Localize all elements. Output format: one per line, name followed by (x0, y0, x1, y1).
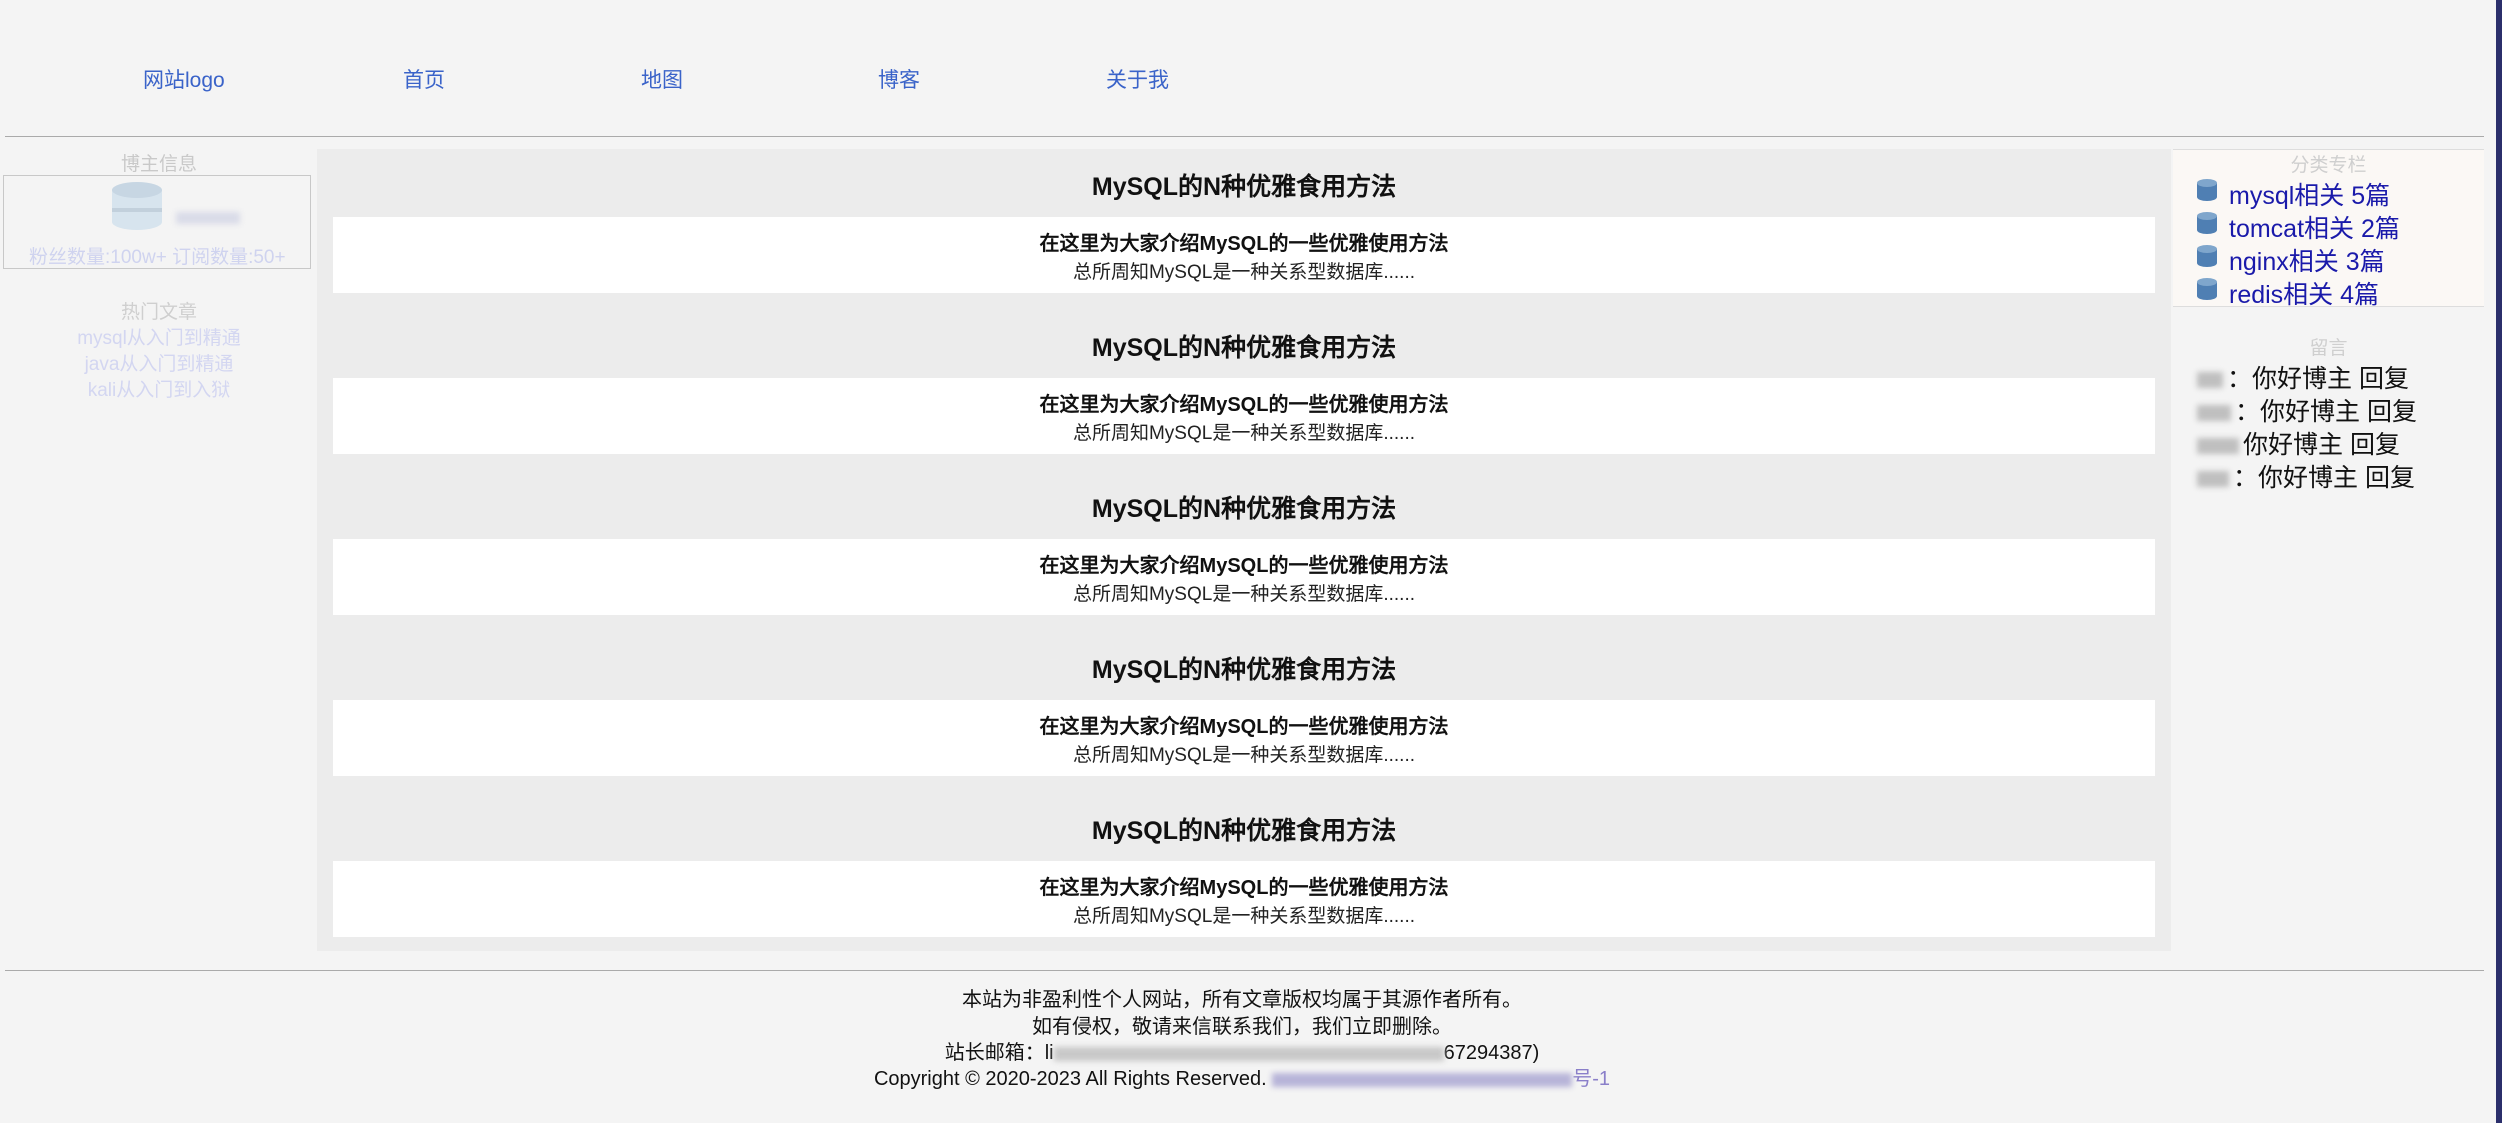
category-label: redis相关 4篇 (2229, 281, 2380, 309)
nav-item-about[interactable]: 关于我 (1106, 64, 1169, 94)
article-list: MySQL的N种优雅食用方法 在这里为大家介绍MySQL的一些优雅使用方法 总所… (317, 149, 2171, 951)
nav-item-map[interactable]: 地图 (641, 64, 683, 94)
article-description: 总所周知MySQL是一种关系型数据库...... (1072, 906, 1416, 927)
article-summary-box: 在这里为大家介绍MySQL的一些优雅使用方法 总所周知MySQL是一种关系型数据… (333, 539, 2155, 615)
reply-link[interactable]: 回复 (2350, 431, 2400, 459)
header-divider (5, 136, 2484, 137)
category-panel: 分类专栏 mysql相关 5篇 tomcat相关 2篇 nginx相关 3篇 r… (2173, 149, 2484, 309)
icp-record-suffix[interactable]: 号-1 (1572, 1068, 1610, 1090)
reply-link[interactable]: 回复 (2365, 464, 2415, 492)
nav-item-blog[interactable]: 博客 (878, 64, 920, 94)
message-text: 你好博主 (2243, 431, 2344, 459)
blogger-name-redacted (176, 212, 240, 224)
message-user-redacted (2197, 372, 2223, 389)
message-item: 你好博主 回复 (2197, 425, 2400, 459)
footer-contact-email: 站长邮箱：li 67294387) (0, 1036, 2484, 1065)
message-user-redacted (2197, 438, 2239, 455)
message-text: ：你好博主 (2235, 398, 2361, 426)
hot-article-link[interactable]: java从入门到精通 (3, 349, 315, 376)
article-card[interactable]: MySQL的N种优雅食用方法 在这里为大家介绍MySQL的一些优雅使用方法 总所… (333, 793, 2155, 954)
article-description: 总所周知MySQL是一种关系型数据库...... (1072, 423, 1416, 444)
article-summary-box: 在这里为大家介绍MySQL的一些优雅使用方法 总所周知MySQL是一种关系型数据… (333, 378, 2155, 454)
article-title[interactable]: MySQL的N种优雅食用方法 (333, 650, 2155, 686)
article-summary-box: 在这里为大家介绍MySQL的一些优雅使用方法 总所周知MySQL是一种关系型数据… (333, 700, 2155, 776)
article-card[interactable]: MySQL的N种优雅食用方法 在这里为大家介绍MySQL的一些优雅使用方法 总所… (333, 632, 2155, 793)
page: 网站logo 首页 地图 博客 关于我 博主信息 粉丝数量:100w+ 订阅数量… (0, 0, 2502, 1123)
category-label: nginx相关 3篇 (2229, 248, 2385, 276)
article-subtitle: 在这里为大家介绍MySQL的一些优雅使用方法 (1039, 233, 1449, 255)
message-item: ：你好博主 回复 (2197, 392, 2417, 426)
category-label: tomcat相关 2篇 (2229, 215, 2400, 243)
footer-divider (5, 970, 2484, 971)
article-title[interactable]: MySQL的N种优雅食用方法 (333, 167, 2155, 203)
hot-article-link[interactable]: kali从入门到入狱 (3, 375, 315, 402)
hot-articles-title: 热门文章 (120, 302, 197, 323)
right-sidebar: 分类专栏 mysql相关 5篇 tomcat相关 2篇 nginx相关 3篇 r… (2173, 149, 2484, 949)
article-subtitle: 在这里为大家介绍MySQL的一些优雅使用方法 (1039, 555, 1449, 577)
category-label: mysql相关 5篇 (2229, 182, 2391, 210)
database-icon (2197, 278, 2217, 302)
hot-article-link[interactable]: mysql从入门到精通 (3, 323, 315, 350)
email-label: 站长邮箱： (944, 1042, 1045, 1064)
article-title[interactable]: MySQL的N种优雅食用方法 (333, 489, 2155, 525)
site-logo-link[interactable]: 网站logo (143, 64, 225, 94)
article-title[interactable]: MySQL的N种优雅食用方法 (333, 328, 2155, 364)
email-partial: li (1044, 1042, 1054, 1064)
message-title: 留言 (2309, 338, 2348, 359)
article-card[interactable]: MySQL的N种优雅食用方法 在这里为大家介绍MySQL的一些优雅使用方法 总所… (333, 310, 2155, 471)
footer-infringement-notice: 如有侵权，敬请来信联系我们，我们立即删除。 (1032, 1016, 1452, 1038)
copyright-text: Copyright © 2020-2023 All Rights Reserve… (873, 1068, 1267, 1090)
article-subtitle: 在这里为大家介绍MySQL的一些优雅使用方法 (1039, 394, 1449, 416)
blogger-info-title: 博主信息 (120, 154, 197, 175)
reply-link[interactable]: 回复 (2359, 365, 2409, 393)
article-description: 总所周知MySQL是一种关系型数据库...... (1072, 262, 1416, 283)
article-description: 总所周知MySQL是一种关系型数据库...... (1072, 745, 1416, 766)
footer-copyright-notice: 本站为非盈利性个人网站，所有文章版权均属于其源作者所有。 (962, 989, 1522, 1011)
database-icon (2197, 212, 2217, 236)
message-item: ：你好博主 回复 (2197, 458, 2415, 492)
footer-copyright: Copyright © 2020-2023 All Rights Reserve… (0, 1062, 2484, 1091)
message-text: ：你好博主 (2233, 464, 2359, 492)
database-icon (2197, 245, 2217, 269)
site-header: 网站logo 首页 地图 博客 关于我 (0, 0, 2484, 136)
article-summary-box: 在这里为大家介绍MySQL的一些优雅使用方法 总所周知MySQL是一种关系型数据… (333, 217, 2155, 293)
database-icon (2197, 179, 2217, 203)
message-item: ：你好博主 回复 (2197, 359, 2409, 393)
message-user-redacted (2197, 405, 2231, 422)
article-card[interactable]: MySQL的N种优雅食用方法 在这里为大家介绍MySQL的一些优雅使用方法 总所… (333, 149, 2155, 310)
email-suffix: 67294387) (1443, 1042, 1540, 1064)
blogger-profile-card: 粉丝数量:100w+ 订阅数量:50+ (3, 175, 311, 269)
article-description: 总所周知MySQL是一种关系型数据库...... (1072, 584, 1416, 605)
fans-subscription-stats: 粉丝数量:100w+ 订阅数量:50+ (29, 247, 286, 268)
article-subtitle: 在这里为大家介绍MySQL的一些优雅使用方法 (1039, 716, 1449, 738)
message-user-redacted (2197, 471, 2229, 488)
email-redacted (1053, 1046, 1444, 1061)
article-subtitle: 在这里为大家介绍MySQL的一些优雅使用方法 (1039, 877, 1449, 899)
left-sidebar: 博主信息 粉丝数量:100w+ 订阅数量:50+ 热门文章 mysql从入门到精… (3, 149, 315, 949)
article-title[interactable]: MySQL的N种优雅食用方法 (333, 811, 2155, 847)
icp-record-redacted[interactable] (1272, 1072, 1573, 1087)
reply-link[interactable]: 回复 (2367, 398, 2417, 426)
category-title: 分类专栏 (2290, 155, 2367, 176)
database-avatar-icon (112, 182, 162, 238)
article-card[interactable]: MySQL的N种优雅食用方法 在这里为大家介绍MySQL的一些优雅使用方法 总所… (333, 471, 2155, 632)
nav-item-home[interactable]: 首页 (403, 64, 445, 94)
message-text: ：你好博主 (2227, 365, 2353, 393)
article-summary-box: 在这里为大家介绍MySQL的一些优雅使用方法 总所周知MySQL是一种关系型数据… (333, 861, 2155, 937)
window-edge (2496, 0, 2502, 1123)
